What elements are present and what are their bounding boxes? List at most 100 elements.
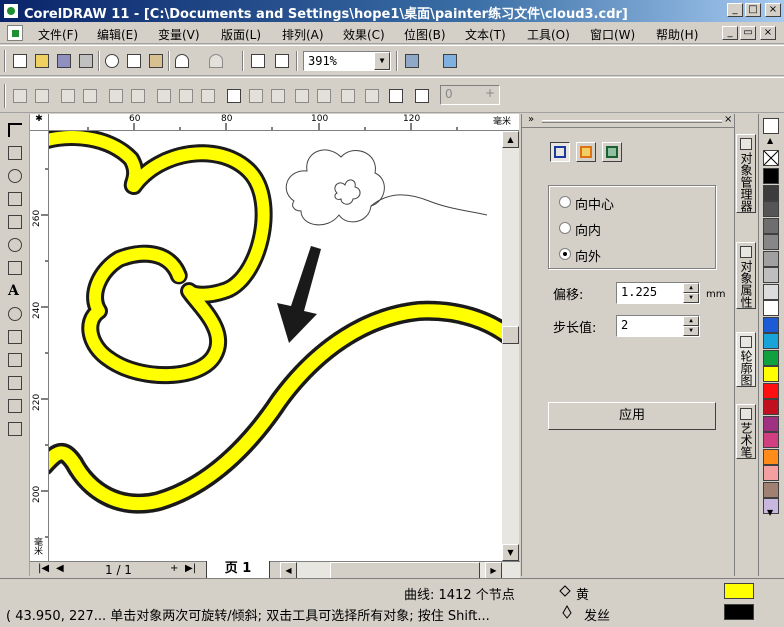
no-color-swatch[interactable]: [763, 150, 779, 166]
open-folder-icon[interactable]: [32, 51, 52, 71]
radio-circle[interactable]: [559, 196, 571, 208]
menu-effects[interactable]: 效果(C): [343, 26, 385, 43]
polygon-tool-icon[interactable]: [5, 258, 25, 278]
palette-swatch[interactable]: [763, 382, 779, 399]
palette-swatch[interactable]: [763, 432, 779, 448]
drawing-canvas[interactable]: [49, 131, 502, 561]
palette-swatch[interactable]: [763, 316, 779, 333]
palette-swatch[interactable]: [763, 283, 779, 300]
menu-text[interactable]: 文本(T): [465, 26, 506, 43]
add-page-icon[interactable]: +: [170, 563, 178, 574]
palette-swatch[interactable]: [763, 234, 779, 250]
zoom-level-combo[interactable]: 391% ▼: [303, 51, 391, 71]
spiral-tool-icon[interactable]: [5, 304, 25, 324]
print-icon[interactable]: [76, 51, 96, 71]
menu-window[interactable]: 窗口(W): [590, 26, 635, 43]
scroll-up-icon[interactable]: ▲: [502, 131, 519, 148]
previous-page-icon[interactable]: ◀: [56, 563, 64, 574]
extract-subpath-icon[interactable]: [268, 86, 288, 106]
palette-swatch[interactable]: [763, 184, 779, 201]
palette-swatch[interactable]: [763, 250, 779, 267]
tab-object-manager[interactable]: 对象管理器: [736, 134, 756, 213]
vertical-scroll-thumb[interactable]: [502, 326, 519, 344]
steps-stepper[interactable]: ▲ ▼: [683, 316, 699, 336]
join-nodes-icon[interactable]: [58, 86, 78, 106]
extend-curve-icon[interactable]: [246, 86, 266, 106]
tab-contour[interactable]: 轮廓图: [736, 332, 756, 387]
tab-artistic-media[interactable]: 艺术笔: [736, 404, 756, 459]
docker-header[interactable]: » ×: [522, 114, 734, 128]
pick-tool-icon[interactable]: [5, 120, 25, 140]
to-curve-icon[interactable]: [128, 86, 148, 106]
contour-color-button[interactable]: [576, 142, 596, 162]
scroll-down-icon[interactable]: ▼: [502, 544, 519, 561]
menu-edit[interactable]: 编辑(E): [97, 26, 138, 43]
delete-node-icon[interactable]: [32, 86, 52, 106]
eyedropper-tool-icon[interactable]: [5, 350, 25, 370]
rotate-nodes-icon[interactable]: [314, 86, 334, 106]
scroll-right-icon[interactable]: ▶: [485, 562, 502, 579]
page-tab[interactable]: 页 1: [206, 561, 270, 579]
shape-tool-icon[interactable]: [5, 143, 25, 163]
ellipse-tool-icon[interactable]: [5, 235, 25, 255]
offset-stepper[interactable]: ▲ ▼: [683, 283, 699, 303]
menu-tools[interactable]: 工具(O): [527, 26, 570, 43]
interactive-fill-tool-icon[interactable]: [5, 419, 25, 439]
palette-swatch[interactable]: [763, 465, 779, 481]
outline-tool-icon[interactable]: [5, 373, 25, 393]
undo-icon[interactable]: [172, 51, 192, 71]
first-page-icon[interactable]: |◀: [38, 563, 49, 574]
horizontal-scrollbar[interactable]: ◀ ▶: [280, 562, 520, 579]
scroll-left-icon[interactable]: ◀: [280, 562, 297, 579]
docker-close-icon[interactable]: ×: [724, 114, 732, 125]
palette-swatch[interactable]: [763, 415, 779, 432]
steps-input[interactable]: 2 ▲ ▼: [616, 315, 700, 337]
menu-bitmaps[interactable]: 位图(B): [404, 26, 446, 43]
apply-button[interactable]: 应用: [548, 402, 716, 430]
toolbar-grip[interactable]: [4, 50, 6, 72]
cut-icon[interactable]: [102, 51, 122, 71]
menu-file[interactable]: 文件(F): [38, 26, 78, 43]
palette-swatch[interactable]: [763, 300, 779, 316]
outline-color-swatch[interactable]: [724, 604, 754, 620]
docker-expand-icon[interactable]: »: [528, 114, 534, 125]
palette-swatch[interactable]: [763, 201, 779, 217]
palette-swatch[interactable]: [763, 333, 779, 349]
save-icon[interactable]: [54, 51, 74, 71]
radio-circle[interactable]: [559, 222, 571, 234]
new-document-icon[interactable]: [10, 51, 30, 71]
elastic-mode-icon[interactable]: [362, 86, 382, 106]
palette-scroll-up-icon[interactable]: ▲: [767, 136, 773, 145]
document-icon[interactable]: [7, 25, 23, 41]
radio-circle-selected[interactable]: [559, 248, 571, 260]
offset-input[interactable]: 1.225 ▲ ▼: [616, 282, 700, 304]
reverse-direction-icon[interactable]: [224, 86, 244, 106]
vertical-ruler[interactable]: 260 240 220 200 毫米: [30, 131, 49, 561]
cusp-node-icon[interactable]: [154, 86, 174, 106]
palette-swatch[interactable]: [763, 366, 779, 382]
doc-restore-button[interactable]: ▭: [740, 26, 756, 40]
corel-online-icon[interactable]: [440, 51, 460, 71]
add-node-icon[interactable]: [10, 86, 30, 106]
to-line-icon[interactable]: [106, 86, 126, 106]
tab-object-properties[interactable]: 对象属性: [736, 242, 756, 309]
palette-swatch[interactable]: [763, 399, 779, 415]
maximize-button[interactable]: □: [745, 3, 761, 17]
break-curve-icon[interactable]: [80, 86, 100, 106]
smooth-node-icon[interactable]: [176, 86, 196, 106]
reduce-nodes-icon[interactable]: [386, 86, 406, 106]
stretch-nodes-icon[interactable]: [292, 86, 312, 106]
select-all-nodes-icon[interactable]: [412, 86, 432, 106]
rectangle-tool-icon[interactable]: [5, 212, 25, 232]
palette-swatch[interactable]: [763, 267, 779, 283]
export-icon[interactable]: [272, 51, 292, 71]
fill-color-swatch[interactable]: [724, 583, 754, 599]
docker-grip[interactable]: [542, 120, 722, 123]
menu-layout[interactable]: 版面(L): [221, 26, 261, 43]
vertical-scrollbar[interactable]: ▲ ▼: [502, 131, 519, 561]
next-page-icon[interactable]: ▶|: [185, 563, 196, 574]
coreldraw-app-icon[interactable]: [3, 3, 19, 19]
palette-swatch[interactable]: [763, 168, 779, 184]
interactive-blend-tool-icon[interactable]: [5, 327, 25, 347]
palette-swatch[interactable]: [763, 448, 779, 465]
